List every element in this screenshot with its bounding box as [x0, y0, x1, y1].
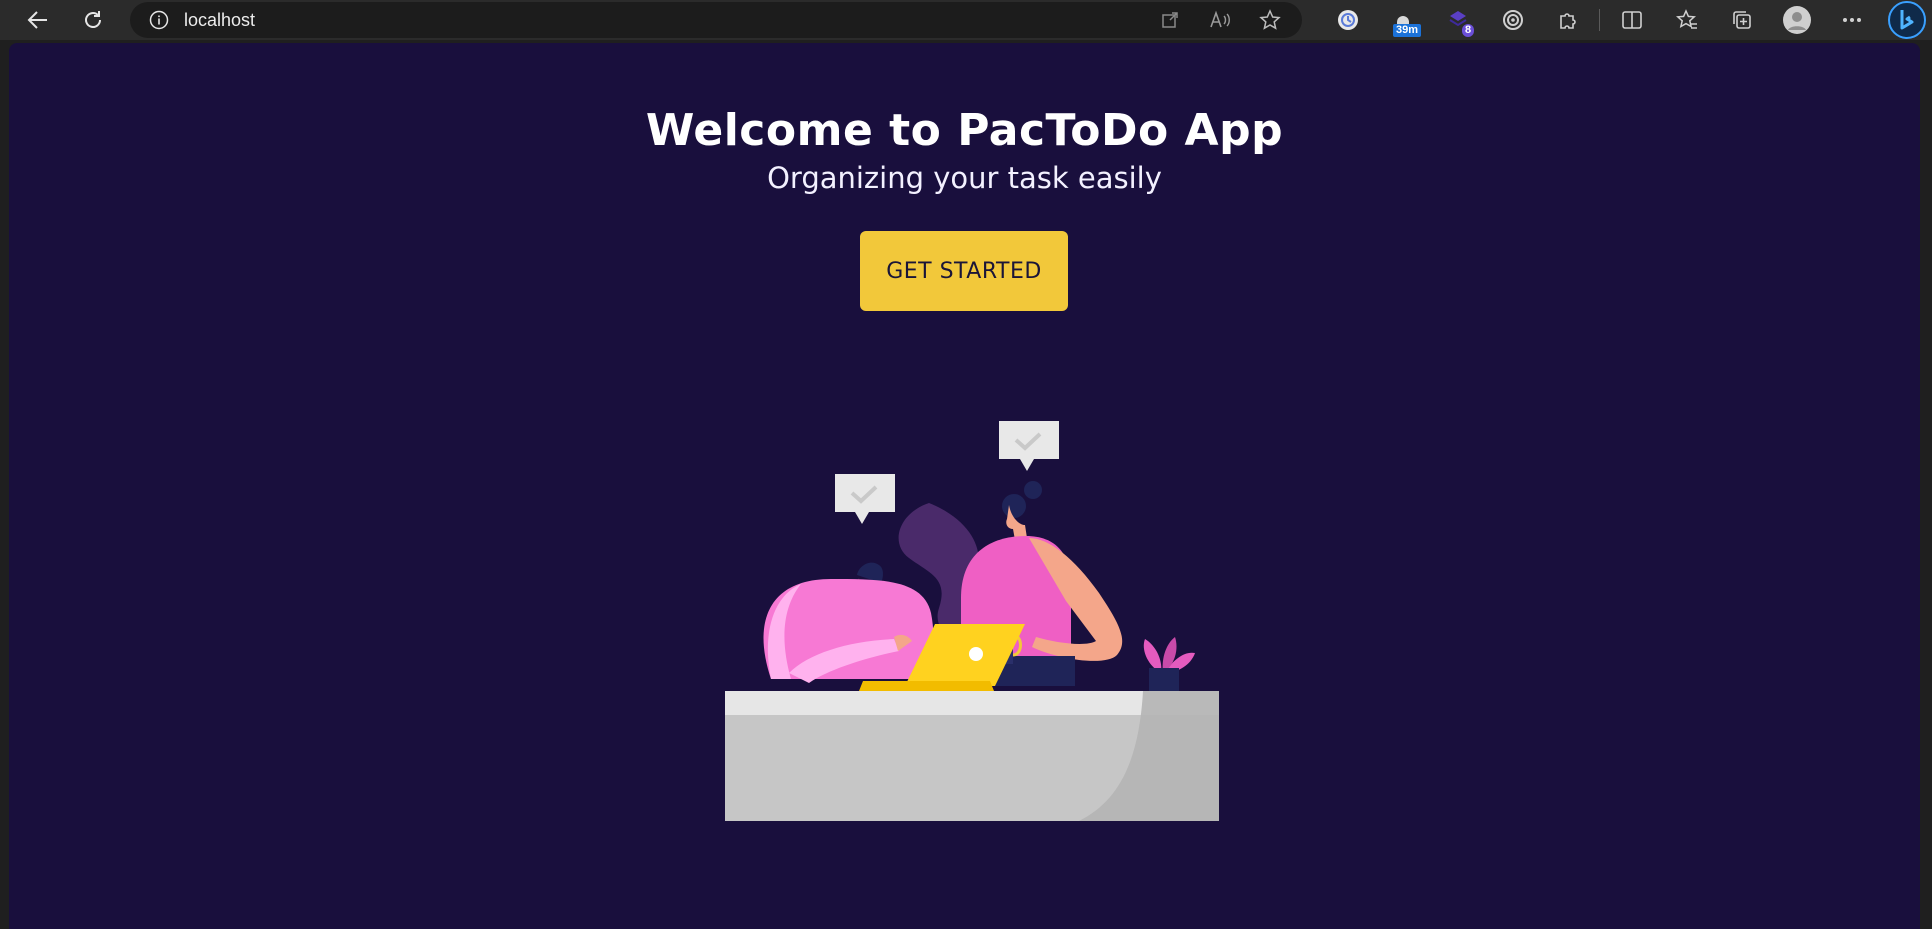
- checkmark-bubble-left-icon: [835, 474, 895, 524]
- star-icon[interactable]: [1258, 8, 1282, 32]
- extensions-toolbar: 39m 8: [1320, 0, 1932, 40]
- refresh-button[interactable]: [73, 2, 113, 38]
- back-button[interactable]: [18, 2, 58, 38]
- window-edge: [1920, 43, 1932, 929]
- counter-badge: 8: [1462, 24, 1475, 37]
- browser-toolbar: localhost 39m 8: [0, 0, 1932, 40]
- page-subtitle: Organizing your task easily: [767, 161, 1162, 195]
- checkmark-bubble-right-icon: [999, 421, 1059, 471]
- split-screen-icon[interactable]: [1604, 0, 1659, 40]
- timer-extension-icon[interactable]: 39m: [1375, 0, 1430, 40]
- open-in-app-icon[interactable]: [1158, 8, 1182, 32]
- arrow-left-icon: [27, 11, 47, 29]
- address-text: localhost: [184, 9, 256, 30]
- desk: [725, 691, 1219, 821]
- read-aloud-icon[interactable]: [1208, 8, 1232, 32]
- collections-icon[interactable]: [1714, 0, 1769, 40]
- profile-avatar-icon[interactable]: [1769, 0, 1824, 40]
- page-viewport: Welcome to PacToDo App Organizing your t…: [9, 43, 1920, 929]
- address-bar[interactable]: localhost: [130, 2, 1302, 38]
- toolbar-separator: [1599, 9, 1600, 31]
- man-figure: [763, 562, 934, 683]
- info-icon[interactable]: [148, 9, 170, 31]
- refresh-icon: [85, 11, 101, 28]
- get-started-button[interactable]: GET STARTED: [860, 231, 1068, 311]
- counter-extension-icon[interactable]: 8: [1430, 0, 1485, 40]
- page-title: Welcome to PacToDo App: [645, 105, 1284, 156]
- team-working-illustration: [725, 421, 1219, 821]
- plant-icon: [1143, 637, 1195, 692]
- more-options-icon[interactable]: [1824, 0, 1879, 40]
- timer-badge: 39m: [1393, 24, 1422, 37]
- puzzle-extensions-icon[interactable]: [1540, 0, 1595, 40]
- clock-extension-icon[interactable]: [1320, 0, 1375, 40]
- bing-copilot-icon[interactable]: [1879, 0, 1932, 40]
- favorites-icon[interactable]: [1659, 0, 1714, 40]
- target-extension-icon[interactable]: [1485, 0, 1540, 40]
